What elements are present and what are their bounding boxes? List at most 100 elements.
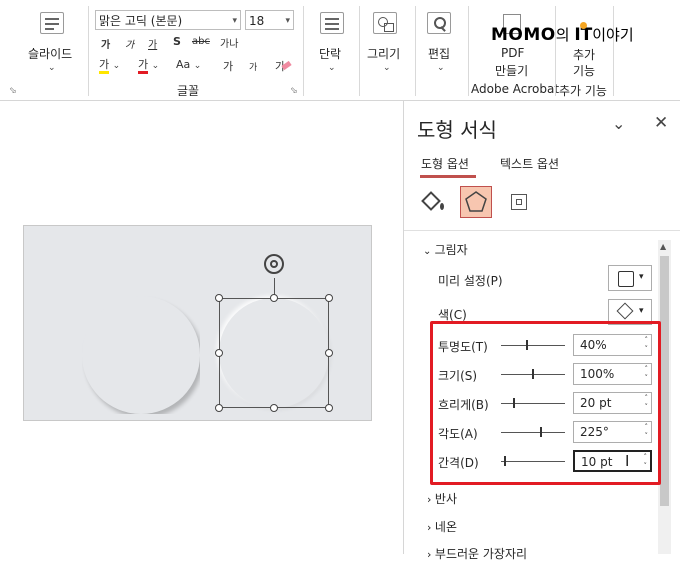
selection-box bbox=[219, 298, 329, 408]
editing-button[interactable]: 편집 ⌄ bbox=[420, 8, 460, 78]
resize-handle-e[interactable] bbox=[325, 349, 333, 357]
fill-line-icon[interactable] bbox=[419, 188, 447, 218]
new-slide-button[interactable]: 슬라이드 ⌄ bbox=[22, 8, 84, 78]
create-pdf-button[interactable]: PDF 만들기 bbox=[487, 12, 539, 78]
watermark-of: 의 bbox=[555, 26, 575, 44]
blog-watermark: MOMO의 IT이야기 bbox=[491, 22, 634, 45]
resize-handle-s[interactable] bbox=[270, 404, 278, 412]
resize-handle-w[interactable] bbox=[215, 349, 223, 357]
effects-pentagon-icon[interactable] bbox=[460, 186, 492, 218]
chevron-down-icon: ▾ bbox=[639, 272, 644, 282]
highlight-label: 가 bbox=[99, 58, 110, 74]
shrink-font-button[interactable]: 가 bbox=[249, 60, 257, 73]
tab-active-underline bbox=[420, 175, 476, 178]
soft-edges-section-title: 부드러운 가장자리 bbox=[434, 547, 528, 561]
resize-handle-se[interactable] bbox=[325, 404, 333, 412]
watermark-dot bbox=[580, 22, 587, 29]
chevron-right-icon: › bbox=[427, 521, 435, 534]
shadow-text-button[interactable]: S bbox=[173, 35, 181, 48]
slide-canvas[interactable] bbox=[23, 225, 372, 421]
dialog-launcher-icon[interactable]: ⬂ bbox=[290, 86, 298, 96]
new-slide-label: 슬라이드 bbox=[28, 47, 73, 61]
size-properties-icon[interactable] bbox=[507, 190, 531, 216]
chevron-down-icon: ⌄ bbox=[193, 61, 202, 71]
ribbon: 슬라이드 ⌄ ⬂ 맑은 고딕 (본문) ▾ 18 ▾ 가 가 가 S abc 가… bbox=[0, 0, 680, 101]
chevron-down-icon: ⌄ bbox=[423, 246, 435, 257]
drawing-label: 그리기 bbox=[367, 47, 401, 61]
resize-handle-n[interactable] bbox=[270, 294, 278, 302]
grow-font-button[interactable]: 가 bbox=[223, 58, 233, 74]
bold-button[interactable]: 가 bbox=[101, 36, 110, 51]
change-case-label: Aa bbox=[176, 58, 191, 71]
slide-mask bbox=[24, 226, 54, 420]
font-size-value: 18 bbox=[249, 14, 265, 28]
add-ins-group-label: 추가 기능 bbox=[559, 84, 607, 98]
watermark-story: 이야기 bbox=[592, 26, 634, 44]
chevron-right-icon: › bbox=[427, 493, 435, 506]
chevron-down-icon: ⌄ bbox=[112, 61, 121, 71]
search-icon bbox=[427, 12, 451, 34]
char-spacing-button[interactable]: 가나 bbox=[220, 35, 238, 50]
font-size-combo[interactable]: 18 ▾ bbox=[245, 10, 294, 30]
chevron-down-icon: ⌄ bbox=[151, 61, 160, 71]
pdf-label-line1: PDF bbox=[501, 46, 525, 60]
drawing-button[interactable]: 그리기 ⌄ bbox=[364, 8, 408, 78]
add-ins-line1: 추가 bbox=[573, 48, 596, 62]
highlight-frame bbox=[430, 321, 661, 485]
paragraph-label: 단락 bbox=[319, 47, 342, 61]
acrobat-group-label: Adobe Acrobat bbox=[471, 82, 560, 96]
clear-format-button[interactable]: 가 bbox=[275, 58, 292, 74]
resize-handle-sw[interactable] bbox=[215, 404, 223, 412]
reflection-section-title: 반사 bbox=[434, 492, 457, 506]
paint-bucket-icon bbox=[616, 302, 634, 320]
preset-label: 미리 설정(P) bbox=[438, 274, 503, 288]
glow-section-header[interactable]: › 네온 bbox=[427, 518, 457, 535]
underline-button[interactable]: 가 bbox=[148, 36, 157, 51]
resize-handle-ne[interactable] bbox=[325, 294, 333, 302]
reflection-section-header[interactable]: › 반사 bbox=[427, 490, 457, 507]
chevron-down-icon: ⌄ bbox=[328, 63, 336, 73]
shadow-section-header[interactable]: ⌄ 그림자 bbox=[423, 241, 468, 258]
pane-divider bbox=[404, 230, 680, 231]
italic-button[interactable]: 가 bbox=[125, 36, 134, 51]
font-color-label: 가 bbox=[138, 58, 149, 74]
chevron-down-icon: ▾ bbox=[639, 306, 644, 316]
close-icon[interactable]: ✕ bbox=[654, 113, 668, 133]
chevron-down-icon: ▾ bbox=[285, 16, 290, 26]
highlight-button[interactable]: 가 ⌄ bbox=[99, 56, 121, 74]
paragraph-button[interactable]: 단락 ⌄ bbox=[312, 8, 352, 78]
add-ins-button[interactable]: 추가 기능 bbox=[565, 44, 605, 78]
tab-text-options-label: 텍스트 옵션 bbox=[500, 157, 560, 171]
pane-title: 도형 서식 bbox=[417, 118, 497, 142]
tab-text-options[interactable]: 텍스트 옵션 bbox=[500, 153, 559, 172]
glow-section-title: 네온 bbox=[434, 520, 457, 534]
shadow-preset-dropdown[interactable]: ▾ bbox=[608, 265, 652, 291]
font-group-label: 글꼴 bbox=[177, 84, 200, 98]
scroll-thumb[interactable] bbox=[660, 256, 669, 506]
chevron-down-icon: ▾ bbox=[232, 16, 237, 26]
chevron-down-icon: ⌄ bbox=[437, 63, 445, 73]
font-family-combo[interactable]: 맑은 고딕 (본문) ▾ bbox=[95, 10, 241, 30]
circle-shape[interactable] bbox=[82, 296, 200, 414]
pane-options-chevron-icon[interactable]: ⌄ bbox=[612, 114, 625, 133]
watermark-momo: MOMO bbox=[491, 25, 556, 45]
change-case-button[interactable]: Aa ⌄ bbox=[176, 58, 201, 71]
tab-shape-options-label: 도형 옵션 bbox=[421, 157, 469, 171]
resize-handle-nw[interactable] bbox=[215, 294, 223, 302]
dialog-launcher-icon[interactable]: ⬂ bbox=[9, 86, 17, 96]
strikethrough-button[interactable]: abc bbox=[192, 36, 210, 47]
font-color-button[interactable]: 가 ⌄ bbox=[138, 56, 160, 74]
new-slide-icon bbox=[40, 12, 64, 34]
paragraph-icon bbox=[320, 12, 344, 34]
add-ins-line2: 기능 bbox=[573, 64, 596, 78]
pdf-label-line2: 만들기 bbox=[495, 64, 529, 78]
rotate-handle-icon[interactable] bbox=[264, 254, 284, 274]
editing-label: 편집 bbox=[428, 47, 451, 61]
chevron-down-icon: ⌄ bbox=[48, 63, 56, 73]
chevron-right-icon: › bbox=[427, 548, 435, 561]
shapes-icon bbox=[373, 12, 397, 34]
chevron-down-icon: ⌄ bbox=[383, 63, 391, 73]
scroll-up-icon[interactable]: ▲ bbox=[660, 242, 666, 251]
shadow-section-title: 그림자 bbox=[434, 243, 468, 257]
tab-shape-options[interactable]: 도형 옵션 bbox=[421, 153, 469, 172]
